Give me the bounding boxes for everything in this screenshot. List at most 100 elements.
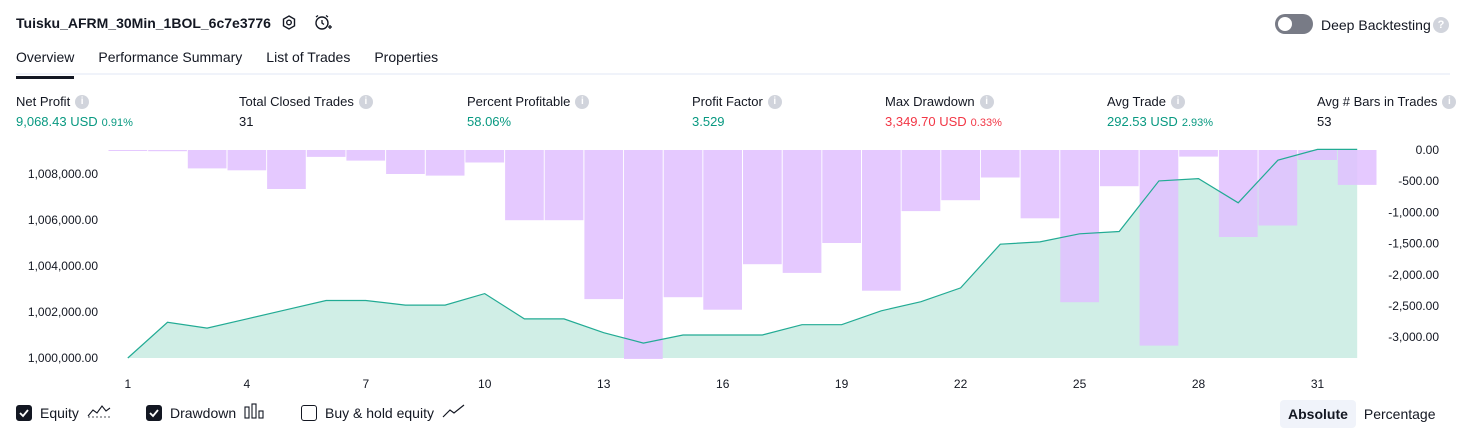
deep-backtesting-label: Deep Backtesting xyxy=(1321,17,1431,33)
metric-total-closed-trades: Total Closed Trades i 31 xyxy=(239,94,373,129)
drawdown-bar xyxy=(148,150,187,152)
x-tick-label: 19 xyxy=(835,377,849,391)
drawdown-bar xyxy=(1020,150,1060,219)
y-left-tick-label: 1,004,000.00 xyxy=(28,259,98,273)
metric-percent-profitable: Percent Profitable i 58.06% xyxy=(467,94,590,129)
metric-percent: 0.91% xyxy=(101,117,133,129)
metric-max-drawdown: Max Drawdown i 3,349.70 USD 0.33% xyxy=(885,94,1002,129)
drawdown-bar xyxy=(544,150,584,221)
drawdown-bar xyxy=(663,150,703,298)
y-right-tick-label: -3,000.00 xyxy=(1388,330,1439,344)
metric-value: 292.53 USD xyxy=(1107,114,1178,129)
tab-performance-summary[interactable]: Performance Summary xyxy=(98,48,242,76)
y-right-tick-label: -500.00 xyxy=(1398,174,1439,188)
drawdown-bar xyxy=(505,150,544,221)
legend-drawdown-label: Drawdown xyxy=(170,404,237,421)
y-left-tick-label: 1,000,000.00 xyxy=(28,351,98,365)
legend-buy-hold[interactable]: Buy & hold equity xyxy=(301,403,466,422)
toggle-knob xyxy=(1278,17,1292,31)
drawdown-bar xyxy=(346,150,386,161)
drawdown-bar xyxy=(941,150,980,201)
drawdown-bar xyxy=(1060,150,1099,303)
drawdown-bars-icon xyxy=(244,403,266,422)
drawdown-checkbox[interactable] xyxy=(146,404,162,421)
metric-value: 31 xyxy=(239,114,254,129)
drawdown-bar xyxy=(703,150,742,310)
buy-hold-checkbox[interactable] xyxy=(301,404,317,421)
info-icon[interactable]: i xyxy=(358,94,373,109)
drawdown-bar xyxy=(1218,150,1258,237)
drawdown-bar xyxy=(624,150,663,359)
info-icon[interactable]: i xyxy=(1442,94,1457,109)
help-icon[interactable]: ? xyxy=(1433,17,1449,33)
drawdown-bar xyxy=(425,150,465,176)
legend-drawdown[interactable]: Drawdown xyxy=(146,403,266,422)
info-icon[interactable]: i xyxy=(75,94,90,109)
x-tick-label: 31 xyxy=(1311,377,1325,391)
drawdown-bar xyxy=(187,150,227,169)
drawdown-bar xyxy=(901,150,941,212)
settings-gear-icon[interactable] xyxy=(279,13,299,33)
drawdown-bar xyxy=(1139,150,1179,346)
metric-value: 3.529 xyxy=(692,114,725,129)
strategy-name: Tuisku_AFRM_30Min_1BOL_6c7e3776 xyxy=(16,15,271,31)
metric-label: Profit Factor xyxy=(692,94,763,109)
x-tick-label: 1 xyxy=(124,377,131,391)
equity-checkbox[interactable] xyxy=(16,404,32,421)
drawdown-bar xyxy=(267,150,306,189)
x-tick-label: 16 xyxy=(716,377,730,391)
metric-percent: 2.93% xyxy=(1181,117,1214,129)
add-alert-icon[interactable] xyxy=(313,13,333,33)
percentage-option[interactable]: Percentage xyxy=(1356,400,1444,428)
metric-value: 58.06% xyxy=(467,114,512,129)
buy-hold-line-icon xyxy=(442,403,466,422)
drawdown-bar xyxy=(1298,150,1337,160)
metric-value: 3,349.70 USD xyxy=(885,114,967,129)
info-icon[interactable]: i xyxy=(1171,94,1186,109)
drawdown-bar xyxy=(306,150,346,157)
drawdown-bar xyxy=(743,150,782,265)
metric-value: 9,068.43 USD xyxy=(16,114,98,129)
tab-list-of-trades[interactable]: List of Trades xyxy=(266,48,350,76)
metric-avg-trade: Avg Trade i 292.53 USD 2.93% xyxy=(1107,94,1213,129)
y-left-tick-label: 1,006,000.00 xyxy=(28,213,98,227)
tab-properties[interactable]: Properties xyxy=(374,48,438,76)
metric-label: Avg # Bars in Trades xyxy=(1317,94,1438,109)
drawdown-bar xyxy=(822,150,861,243)
drawdown-bar xyxy=(1337,150,1377,185)
tab-bar: Overview Performance Summary List of Tra… xyxy=(16,48,438,79)
metric-label: Net Profit xyxy=(16,94,71,109)
x-tick-label: 4 xyxy=(243,377,250,391)
x-tick-label: 13 xyxy=(597,377,611,391)
drawdown-bar xyxy=(1099,150,1139,187)
x-tick-label: 28 xyxy=(1192,377,1206,391)
drawdown-bar xyxy=(782,150,822,273)
drawdown-bar xyxy=(1258,150,1298,226)
metric-label: Percent Profitable xyxy=(467,94,571,109)
x-tick-label: 22 xyxy=(954,377,968,391)
metric-percent: 0.33% xyxy=(970,117,1002,129)
y-right-tick-label: -2,000.00 xyxy=(1388,268,1439,282)
y-left-tick-label: 1,008,000.00 xyxy=(28,167,98,181)
drawdown-bar xyxy=(465,150,505,163)
metric-label: Avg Trade xyxy=(1107,94,1167,109)
legend-equity-label: Equity xyxy=(40,404,79,421)
y-right-tick-label: -1,000.00 xyxy=(1388,205,1439,219)
deep-backtesting-toggle[interactable] xyxy=(1275,14,1313,34)
x-tick-label: 25 xyxy=(1073,377,1087,391)
info-icon[interactable]: i xyxy=(979,94,994,109)
legend-equity[interactable]: Equity xyxy=(16,403,111,422)
drawdown-bar xyxy=(227,150,267,171)
drawdown-bar xyxy=(862,150,901,291)
metric-label: Max Drawdown xyxy=(885,94,975,109)
y-right-tick-label: 0.00 xyxy=(1416,143,1440,157)
x-tick-label: 7 xyxy=(362,377,369,391)
absolute-option[interactable]: Absolute xyxy=(1280,400,1356,428)
info-icon[interactable]: i xyxy=(767,94,782,109)
metric-value: 53 xyxy=(1317,114,1332,129)
info-icon[interactable]: i xyxy=(575,94,590,109)
metric-net-profit: Net Profit i 9,068.43 USD 0.91% xyxy=(16,94,133,129)
metric-profit-factor: Profit Factor i 3.529 xyxy=(692,94,782,129)
equity-drawdown-chart[interactable]: 1,000,000.00 1,002,000.00 1,004,000.00 1,00… xyxy=(0,140,1466,398)
drawdown-bar xyxy=(108,150,148,151)
